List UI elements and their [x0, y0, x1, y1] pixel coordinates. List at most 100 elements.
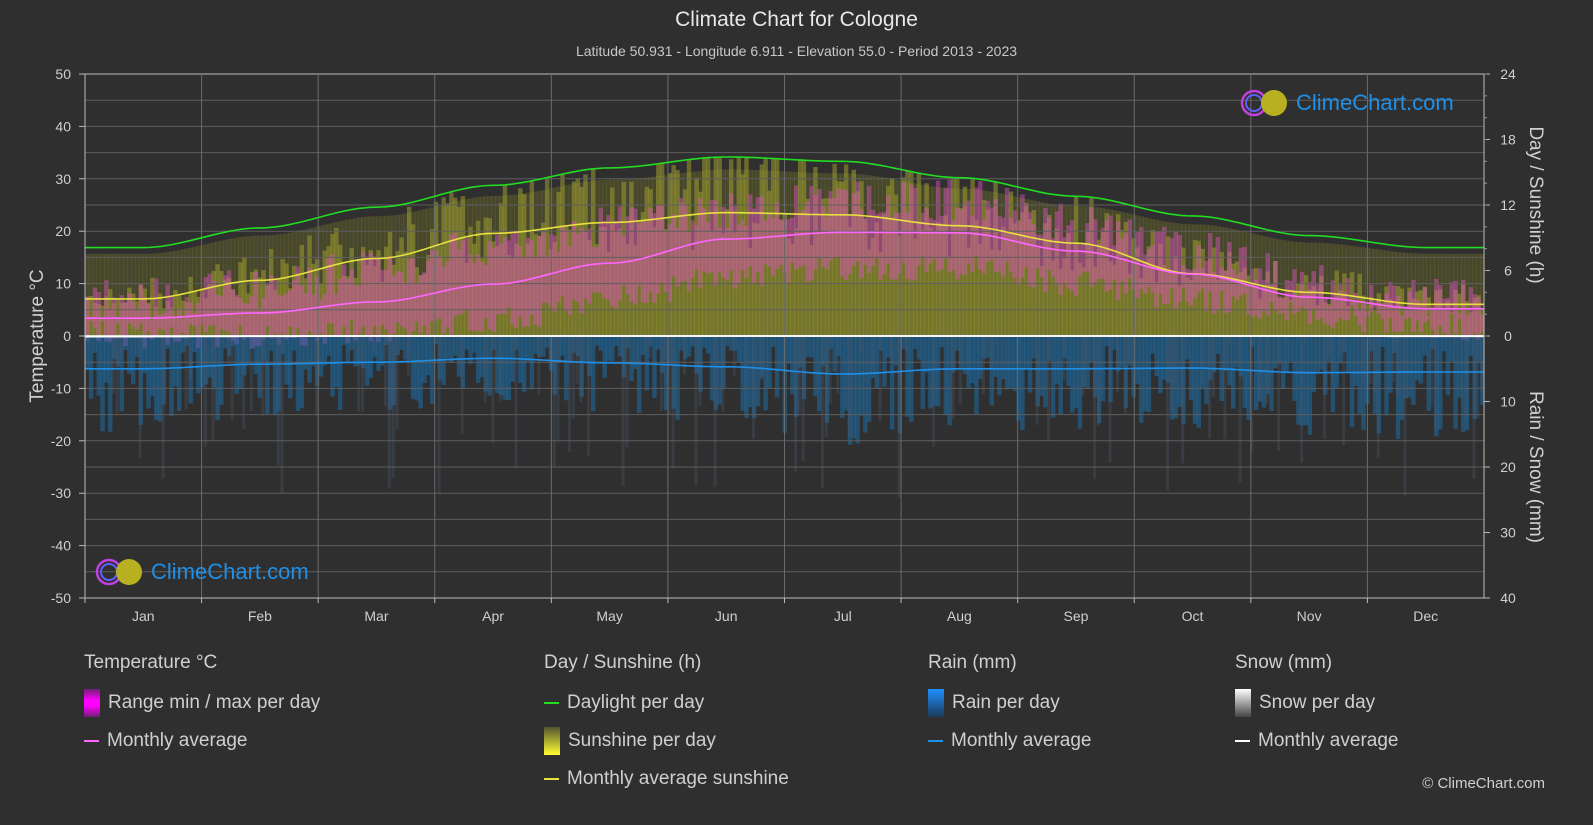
temperature-range-bar: [1215, 236, 1221, 310]
temperature-range-bar: [579, 227, 584, 314]
temperature-range-bar: [694, 225, 699, 270]
temperature-range-bar: [1142, 254, 1148, 294]
left-tick-label: -30: [51, 485, 71, 501]
rain-bar: [506, 336, 512, 401]
rain-bar: [656, 336, 661, 350]
rain-bar: [380, 336, 385, 366]
temperature-range-bar: [843, 189, 849, 281]
snow-avg-swatch: [1235, 740, 1250, 742]
rain-bar: [1292, 336, 1297, 402]
rain-bar: [851, 336, 857, 439]
rain-bar: [1208, 336, 1212, 439]
rain-bar: [1257, 336, 1261, 401]
rain-bar: [1173, 336, 1177, 384]
temperature-range-bar: [1027, 212, 1033, 286]
rain-bar: [449, 336, 454, 363]
temperature-range-bar: [1426, 316, 1431, 320]
logo-text: ClimeChart.com: [1296, 90, 1454, 115]
temperature-range-bar: [893, 212, 899, 280]
rain-bar: [974, 336, 979, 415]
rain-bar: [368, 336, 374, 378]
rain-bar: [709, 336, 715, 401]
rain-bar: [1468, 336, 1474, 357]
rain-bar: [199, 336, 205, 388]
temperature-range-bar: [1468, 287, 1474, 337]
rain-bar: [1422, 336, 1428, 356]
temperature-range-bar: [479, 261, 485, 332]
rain-bar: [1062, 336, 1066, 382]
temperature-range-bar: [192, 313, 197, 327]
rain-bar: [717, 336, 722, 405]
temperature-range-bar: [740, 219, 745, 270]
temperature-range-bar: [1077, 244, 1083, 277]
daylight-swatch: [544, 702, 559, 704]
right-tick-label: 24: [1500, 66, 1516, 82]
temperature-range-bar: [1457, 313, 1462, 319]
rain-bar: [544, 336, 550, 348]
rain-bar: [491, 336, 495, 444]
temperature-range-bar: [1219, 267, 1224, 291]
rain-bar: [88, 336, 94, 399]
sunshine-bar: [1219, 252, 1224, 336]
temperature-range-bar: [625, 216, 630, 294]
sunshine-bar: [1200, 248, 1205, 336]
temperature-range-bar: [613, 220, 619, 309]
temperature-range-bar: [130, 301, 136, 327]
temperature-range-bar: [863, 217, 868, 266]
temperature-range-bar: [1165, 268, 1171, 304]
x-tick-label: Sep: [1063, 608, 1088, 624]
temperature-range-bar: [1123, 233, 1129, 294]
rain-bar: [1361, 336, 1365, 384]
rain-bar: [659, 336, 663, 412]
rain-bar: [1223, 336, 1227, 440]
temperature-range-bar: [855, 181, 860, 262]
temperature-range-bar: [104, 280, 109, 342]
temperature-range-bar: [1043, 207, 1048, 293]
temperature-range-bar: [886, 195, 891, 264]
right-tick-label: 6: [1504, 263, 1512, 279]
rain-bar: [268, 336, 274, 351]
rain-bar: [138, 336, 142, 459]
temperature-range-bar: [771, 217, 776, 276]
sunshine-bar: [88, 295, 94, 336]
rain-bar: [920, 336, 925, 409]
rain-bar: [1070, 336, 1075, 413]
x-tick-label: Oct: [1182, 608, 1204, 624]
temperature-range-bar: [851, 193, 857, 266]
rain-bar: [253, 336, 259, 375]
rain-bar: [866, 336, 872, 422]
rain-bar: [1284, 336, 1288, 347]
rain-bar: [801, 336, 805, 462]
rain-bar: [1415, 336, 1420, 381]
right-tick-label: 20: [1500, 459, 1516, 475]
rain-bar: [694, 336, 698, 485]
temperature-range-bar: [1326, 305, 1332, 326]
sunshine-bar: [1181, 247, 1186, 336]
temperature-range-bar: [794, 185, 799, 270]
rain-bar: [751, 336, 755, 440]
rain-bar: [1165, 336, 1169, 492]
temperature-range-bar: [790, 217, 795, 264]
rain-bar: [495, 336, 500, 394]
temperature-range-bar: [1376, 299, 1382, 314]
temperature-range-bar: [905, 212, 910, 280]
right-axis-title-top: Day / Sunshine (h): [1525, 126, 1546, 283]
rain-bar: [571, 336, 575, 419]
right-tick-label: 12: [1500, 197, 1516, 213]
temperature-range-bar: [1338, 284, 1343, 318]
temperature-range-bar: [1012, 210, 1017, 279]
rain-bar: [1434, 336, 1438, 432]
rain-bar: [805, 336, 811, 358]
rain-bar: [395, 336, 399, 430]
legend-title: Day / Sunshine (h): [544, 652, 702, 673]
temperature-range-bar: [717, 227, 722, 273]
temperature-range-bar: [314, 276, 320, 342]
legend-item: Daylight per day: [567, 692, 705, 713]
rain-bar: [261, 336, 265, 417]
temperature-range-bar: [1330, 280, 1336, 328]
rain-bar: [92, 336, 98, 354]
rain-bar: [1426, 336, 1431, 411]
temperature-range-bar: [970, 215, 975, 273]
temperature-range-bar: [671, 214, 676, 277]
rain-bar: [740, 336, 745, 411]
